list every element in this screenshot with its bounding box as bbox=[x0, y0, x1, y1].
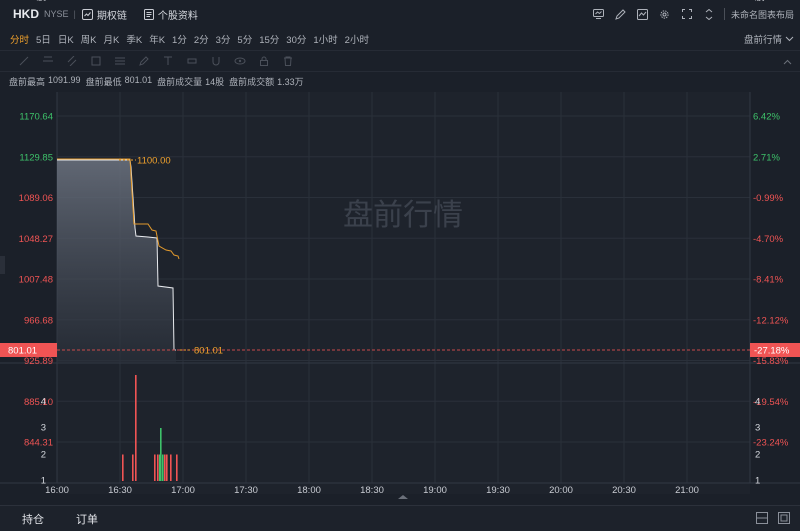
volume-bar bbox=[166, 454, 168, 481]
volume-axis-label: 4 bbox=[41, 397, 46, 408]
time-axis-label: 18:00 bbox=[297, 485, 321, 496]
price-axis-label: 1089.06 bbox=[19, 193, 53, 204]
pane-resize-handle bbox=[398, 495, 408, 499]
volume-bar bbox=[135, 375, 137, 481]
price-axis-label: 1048.27 bbox=[19, 234, 53, 245]
watermark-text: 盘前行情 bbox=[343, 199, 463, 232]
time-axis-label: 21:00 bbox=[675, 485, 699, 496]
volume-axis-label: 股 bbox=[36, 0, 46, 3]
volume-bar bbox=[160, 428, 162, 481]
volume-axis-label: 3 bbox=[41, 423, 46, 434]
side-panel-handle[interactable] bbox=[0, 256, 5, 274]
panel-layout-icon[interactable] bbox=[756, 512, 770, 526]
percent-axis-label: -12.12% bbox=[753, 315, 789, 326]
price-axis-label: 885.10 bbox=[24, 397, 53, 408]
time-axis-label: 17:00 bbox=[171, 485, 195, 496]
volume-axis-label-right: 4 bbox=[755, 397, 760, 408]
current-pct-tag-label: -27.18% bbox=[754, 346, 790, 357]
percent-axis-label: 6.42% bbox=[753, 112, 780, 123]
time-axis-label: 16:30 bbox=[108, 485, 132, 496]
panel-maximize-icon[interactable] bbox=[778, 512, 792, 526]
volume-bar bbox=[164, 454, 166, 481]
time-axis-label: 18:30 bbox=[360, 485, 384, 496]
volume-bar bbox=[170, 454, 172, 481]
price-chart[interactable]: 盘前行情 1100.00 801.01 801.01 -27.18% 1170.64 1… bbox=[0, 0, 800, 505]
percent-axis-label: -23.24% bbox=[753, 438, 789, 449]
price-axis-label: 1129.85 bbox=[19, 152, 53, 163]
quote-chart-window: HKD NYSE | 期权链 个股资料 未命名图表布局 分时 5日 日K 周K 月K 季K… bbox=[0, 0, 800, 531]
tab-positions[interactable]: 持仓 bbox=[22, 511, 44, 527]
time-axis-label: 20:00 bbox=[549, 485, 573, 496]
volume-axis-label-right: 股 bbox=[755, 0, 765, 3]
percent-axis-label: 2.71% bbox=[753, 152, 780, 163]
volume-axis-label-right: 3 bbox=[755, 423, 760, 434]
time-axis-label: 16:00 bbox=[45, 485, 69, 496]
price-axis-label: 1007.48 bbox=[19, 275, 53, 286]
bottom-panel: 持仓 订单 bbox=[0, 505, 800, 531]
volume-axis-label: 2 bbox=[41, 450, 46, 461]
volume-bar bbox=[132, 454, 134, 481]
volume-axis-label-right: 2 bbox=[755, 450, 760, 461]
percent-axis-label: -8.41% bbox=[753, 275, 784, 286]
time-axis-label: 17:30 bbox=[234, 485, 258, 496]
volume-bar bbox=[157, 454, 159, 481]
percent-axis-label: -4.70% bbox=[753, 234, 784, 245]
time-axis-label: 19:30 bbox=[486, 485, 510, 496]
price-axis-label: 925.89 bbox=[24, 356, 53, 367]
volume-axis-label-right: 1 bbox=[755, 476, 760, 487]
high-marker-label: 1100.00 bbox=[137, 156, 171, 167]
time-axis-label: 20:30 bbox=[612, 485, 636, 496]
price-axis-label: 1170.64 bbox=[19, 112, 53, 123]
percent-axis-label: -15.83% bbox=[753, 356, 789, 367]
price-axis-label: 844.31 bbox=[24, 438, 53, 449]
volume-bar bbox=[176, 454, 178, 481]
percent-axis-label: -0.99% bbox=[753, 193, 784, 204]
current-price-tag-label: 801.01 bbox=[8, 346, 37, 357]
price-axis-label: 966.68 bbox=[24, 315, 53, 326]
last-price-label: 801.01 bbox=[194, 346, 223, 357]
volume-bar bbox=[154, 454, 156, 481]
bottom-panel-tools bbox=[748, 512, 792, 526]
tab-orders[interactable]: 订单 bbox=[76, 511, 98, 527]
time-axis-label: 19:00 bbox=[423, 485, 447, 496]
volume-bar bbox=[162, 454, 164, 481]
volume-bar bbox=[122, 454, 124, 481]
